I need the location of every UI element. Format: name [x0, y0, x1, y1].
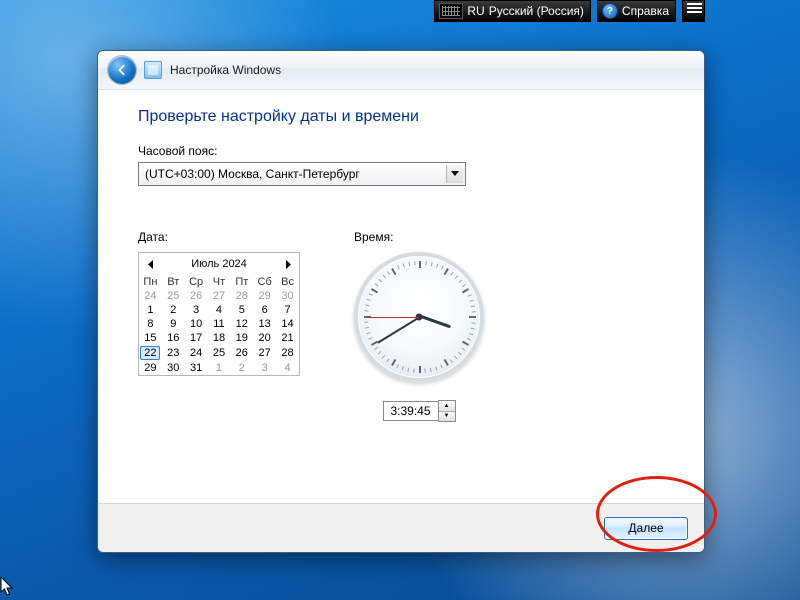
- calendar-day[interactable]: 9: [162, 317, 185, 331]
- time-spinner[interactable]: ▲ ▼: [438, 400, 456, 422]
- calendar-day[interactable]: 4: [276, 361, 299, 375]
- calendar-day[interactable]: 27: [208, 289, 231, 303]
- calendar-day[interactable]: 24: [139, 289, 162, 303]
- mouse-cursor-icon: [0, 576, 16, 598]
- calendar-next-button[interactable]: [281, 257, 295, 271]
- back-button[interactable]: [108, 56, 136, 84]
- calendar-day[interactable]: 16: [162, 331, 185, 345]
- calendar-day[interactable]: 28: [230, 289, 253, 303]
- setup-wizard-window: Настройка Windows Проверьте настройку да…: [97, 50, 705, 553]
- calendar-day[interactable]: 26: [230, 345, 253, 361]
- calendar-weekday: Вс: [276, 275, 299, 289]
- date-column: Дата: Июль 2024 ПнВтСрЧтПтСбВс 242526272: [138, 230, 300, 422]
- chevron-right-icon: [285, 260, 292, 269]
- calendar-weekday: Чт: [208, 275, 231, 289]
- date-label: Дата:: [138, 230, 300, 244]
- help-label: Справка: [622, 4, 669, 18]
- help-button[interactable]: ? Справка: [597, 0, 676, 22]
- calendar-day[interactable]: 24: [185, 345, 208, 361]
- calendar-day[interactable]: 1: [139, 303, 162, 317]
- calendar-day[interactable]: 29: [139, 361, 162, 375]
- calendar-day[interactable]: 31: [185, 361, 208, 375]
- calendar-day[interactable]: 4: [208, 303, 231, 317]
- time-input[interactable]: [383, 401, 438, 421]
- calendar-day[interactable]: 28: [276, 345, 299, 361]
- calendar-day[interactable]: 2: [162, 303, 185, 317]
- language-switcher[interactable]: RU Русский (Россия): [434, 0, 591, 22]
- calendar-day[interactable]: 26: [185, 289, 208, 303]
- calendar-day[interactable]: 30: [276, 289, 299, 303]
- time-column: Время: ▲ ▼: [354, 230, 484, 422]
- calendar-day[interactable]: 3: [253, 361, 276, 375]
- calendar-day[interactable]: 15: [139, 331, 162, 345]
- help-icon: ?: [602, 3, 618, 19]
- clock-second-hand: [365, 317, 419, 318]
- page-heading: Проверьте настройку даты и времени: [138, 108, 664, 126]
- calendar-day[interactable]: 8: [139, 317, 162, 331]
- calendar-day[interactable]: 1: [208, 361, 231, 375]
- calendar-day[interactable]: 23: [162, 345, 185, 361]
- window-title: Настройка Windows: [170, 63, 281, 77]
- calendar-prev-button[interactable]: [143, 257, 157, 271]
- calendar-day[interactable]: 17: [185, 331, 208, 345]
- chevron-left-icon: [147, 260, 154, 269]
- analog-clock: [354, 252, 484, 382]
- wizard-content: Проверьте настройку даты и времени Часов…: [98, 90, 704, 422]
- calendar-weekday: Пн: [139, 275, 162, 289]
- spinner-up-button[interactable]: ▲: [439, 401, 455, 412]
- ease-of-access-icon: [687, 3, 702, 19]
- calendar-day[interactable]: 12: [230, 317, 253, 331]
- timezone-value: (UTC+03:00) Москва, Санкт-Петербург: [145, 167, 360, 181]
- windows-setup-icon: [144, 61, 162, 79]
- spinner-down-button[interactable]: ▼: [439, 412, 455, 422]
- lang-code: RU: [467, 4, 484, 18]
- timezone-label: Часовой пояс:: [138, 144, 664, 158]
- calendar-weekday: Ср: [185, 275, 208, 289]
- calendar-weekday: Сб: [253, 275, 276, 289]
- calendar-day[interactable]: 19: [230, 331, 253, 345]
- calendar-weekday: Вт: [162, 275, 185, 289]
- calendar-day[interactable]: 3: [185, 303, 208, 317]
- calendar-day[interactable]: 2: [230, 361, 253, 375]
- dropdown-arrow-icon: [446, 165, 463, 183]
- calendar-day[interactable]: 5: [230, 303, 253, 317]
- lang-name: Русский (Россия): [489, 4, 584, 18]
- calendar: Июль 2024 ПнВтСрЧтПтСбВс 242526272829301…: [138, 252, 300, 376]
- calendar-day[interactable]: 27: [253, 345, 276, 361]
- calendar-day[interactable]: 22: [139, 345, 162, 361]
- ease-of-access-button[interactable]: [682, 0, 705, 22]
- calendar-day[interactable]: 13: [253, 317, 276, 331]
- calendar-day[interactable]: 30: [162, 361, 185, 375]
- time-label: Время:: [354, 230, 484, 244]
- calendar-title[interactable]: Июль 2024: [191, 258, 247, 270]
- calendar-day[interactable]: 25: [162, 289, 185, 303]
- calendar-day[interactable]: 25: [208, 345, 231, 361]
- arrow-left-icon: [115, 63, 129, 77]
- calendar-grid: ПнВтСрЧтПтСбВс 2425262728293012345678910…: [139, 275, 299, 375]
- next-button[interactable]: Далее: [604, 517, 688, 540]
- calendar-weekday: Пт: [230, 275, 253, 289]
- calendar-day[interactable]: 7: [276, 303, 299, 317]
- calendar-day[interactable]: 11: [208, 317, 231, 331]
- calendar-day[interactable]: 18: [208, 331, 231, 345]
- titlebar: Настройка Windows: [98, 51, 704, 90]
- calendar-day[interactable]: 29: [253, 289, 276, 303]
- keyboard-icon: [439, 3, 463, 19]
- calendar-day[interactable]: 14: [276, 317, 299, 331]
- calendar-day[interactable]: 10: [185, 317, 208, 331]
- calendar-day[interactable]: 21: [276, 331, 299, 345]
- calendar-day[interactable]: 20: [253, 331, 276, 345]
- calendar-day[interactable]: 6: [253, 303, 276, 317]
- setup-topbar: RU Русский (Россия) ? Справка: [434, 0, 705, 22]
- wizard-footer: Далее: [98, 503, 704, 552]
- timezone-select[interactable]: (UTC+03:00) Москва, Санкт-Петербург: [138, 162, 466, 186]
